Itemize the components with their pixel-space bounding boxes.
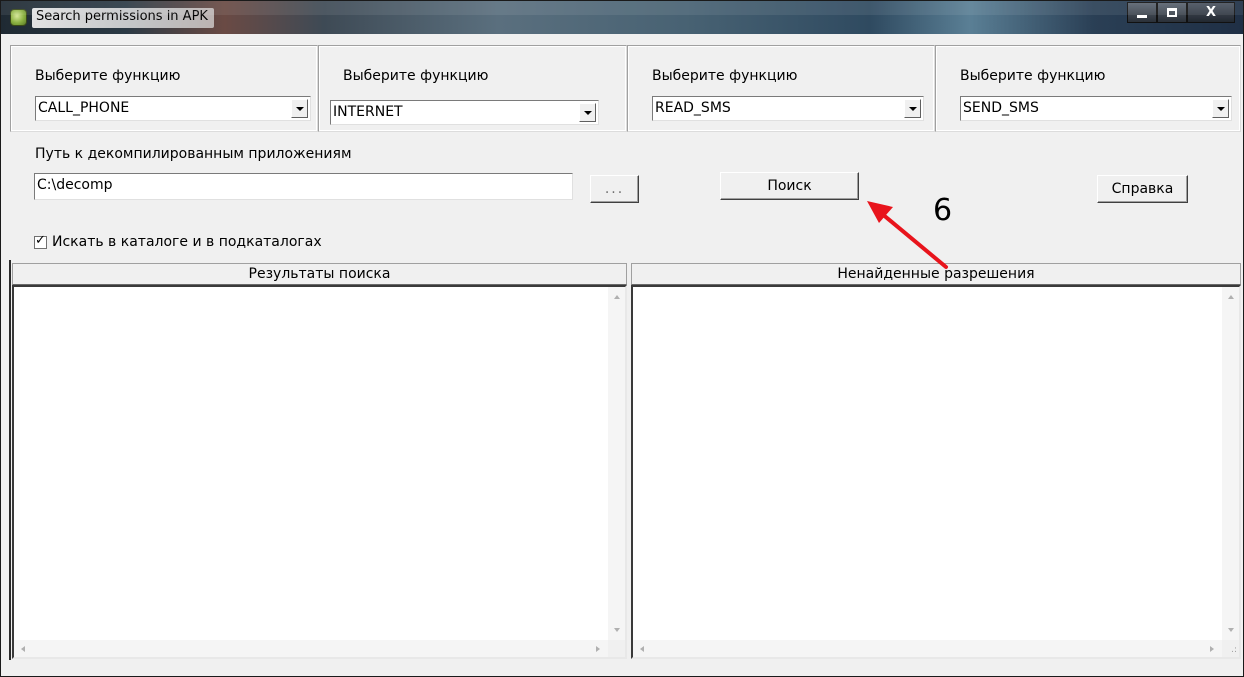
function-group-1: Выберите функцию CALL_PHONE: [10, 45, 318, 132]
app-window: Search permissions in APK X Выберите фун…: [0, 0, 1244, 677]
maximize-button[interactable]: [1157, 2, 1187, 23]
chevron-down-icon: [295, 106, 304, 111]
results-header: Результаты поиска: [12, 263, 627, 285]
missing-permissions-list[interactable]: .:: [631, 285, 1241, 659]
function-select-2[interactable]: INTERNET: [330, 100, 599, 125]
function-select-4[interactable]: SEND_SMS: [960, 96, 1232, 121]
scroll-right-icon[interactable]: [596, 646, 600, 652]
scroll-corner: [608, 640, 625, 657]
function-select-value: SEND_SMS: [963, 100, 1039, 116]
subdirs-checkbox[interactable]: ✓: [34, 232, 47, 249]
browse-button[interactable]: ...: [590, 175, 639, 203]
function-label: Выберите функцию: [960, 68, 1106, 84]
function-group-2: Выберите функцию INTERNET: [318, 45, 627, 132]
dropdown-button[interactable]: [291, 99, 308, 118]
search-button[interactable]: Поиск: [720, 172, 859, 200]
scroll-down-icon[interactable]: [614, 628, 620, 632]
close-icon: X: [1205, 5, 1217, 20]
resize-grip[interactable]: .:: [1222, 640, 1239, 657]
maximize-icon: [1167, 8, 1177, 17]
missing-horizontal-scrollbar[interactable]: [633, 640, 1222, 657]
path-label: Путь к декомпилированным приложениям: [35, 146, 352, 162]
function-select-1[interactable]: CALL_PHONE: [35, 96, 311, 121]
scroll-up-icon[interactable]: [1228, 295, 1234, 299]
results-list[interactable]: [12, 285, 627, 659]
missing-vertical-scrollbar[interactable]: [1222, 287, 1239, 640]
results-horizontal-scrollbar[interactable]: [14, 640, 608, 657]
scroll-up-icon[interactable]: [614, 295, 620, 299]
annotation-step-number: 6: [933, 193, 953, 228]
scroll-left-icon[interactable]: [21, 646, 25, 652]
minimize-button[interactable]: [1127, 2, 1157, 23]
function-select-value: CALL_PHONE: [38, 100, 130, 116]
function-label: Выберите функцию: [35, 68, 181, 84]
function-label: Выберите функцию: [652, 68, 798, 84]
dropdown-button[interactable]: [579, 103, 596, 122]
chevron-down-icon: [908, 106, 917, 111]
scroll-down-icon[interactable]: [1228, 628, 1234, 632]
missing-header: Ненайденные разрешения: [631, 263, 1241, 285]
dropdown-button[interactable]: [904, 99, 921, 118]
checkmark-icon: ✓: [35, 232, 46, 248]
dropdown-button[interactable]: [1212, 99, 1229, 118]
subdirs-label: Искать в каталоге и в подкаталогах: [52, 234, 322, 250]
close-button[interactable]: X: [1187, 2, 1235, 23]
minimize-icon: [1137, 15, 1147, 18]
function-group-3: Выберите функцию READ_SMS: [627, 45, 935, 132]
chevron-down-icon: [1216, 106, 1225, 111]
chevron-down-icon: [583, 110, 592, 115]
help-button[interactable]: Справка: [1097, 175, 1188, 203]
function-select-value: READ_SMS: [655, 100, 731, 116]
resize-grip-icon: .:: [1231, 645, 1237, 655]
path-input[interactable]: C:\decomp: [34, 173, 573, 200]
window-title: Search permissions in APK: [32, 8, 214, 28]
scroll-left-icon[interactable]: [640, 646, 644, 652]
left-edge-divider: [9, 260, 11, 660]
function-label: Выберите функцию: [343, 68, 489, 84]
title-bar[interactable]: Search permissions in APK X: [1, 1, 1243, 34]
subdirs-option[interactable]: ✓ Искать в каталоге и в подкаталогах: [34, 232, 322, 250]
results-vertical-scrollbar[interactable]: [608, 287, 625, 640]
function-select-3[interactable]: READ_SMS: [652, 96, 924, 121]
window-controls: X: [1127, 2, 1235, 24]
function-select-value: INTERNET: [333, 104, 403, 120]
scroll-right-icon[interactable]: [1210, 646, 1214, 652]
app-icon: [10, 9, 27, 26]
function-group-4: Выберите функцию SEND_SMS: [935, 45, 1241, 132]
